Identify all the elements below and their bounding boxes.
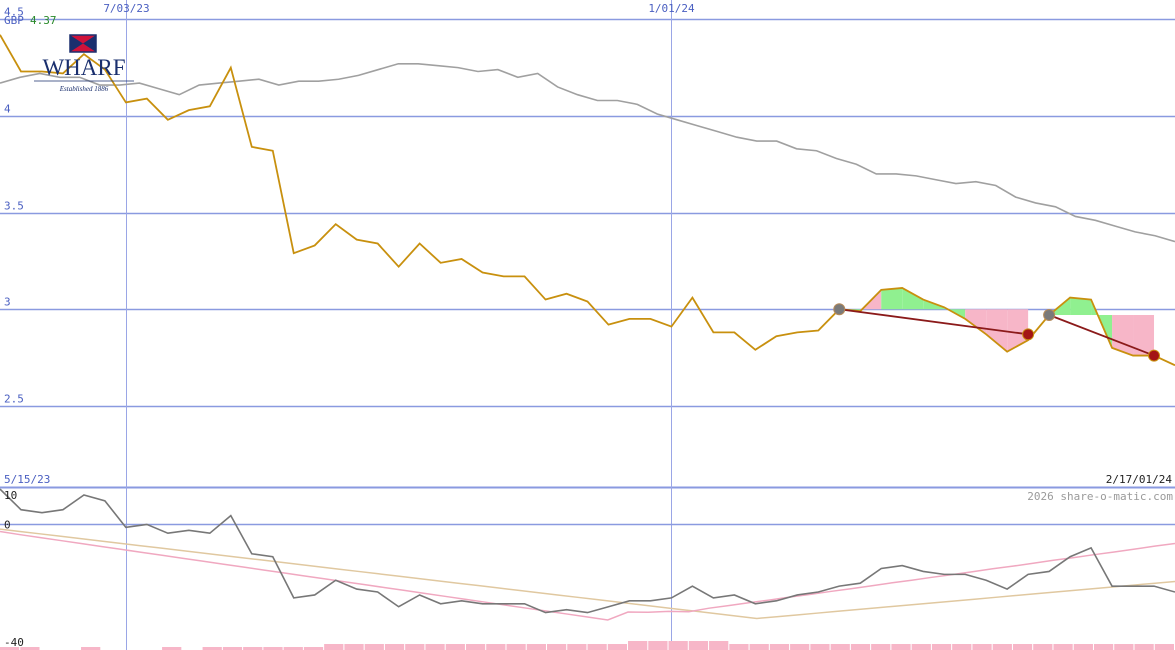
- histogram-bar: [364, 644, 384, 650]
- histogram-bar: [952, 644, 972, 650]
- histogram-bar: [1073, 644, 1093, 650]
- histogram-bar: [810, 644, 830, 650]
- last-price-label: 4.37: [30, 14, 57, 27]
- histogram-bar: [526, 644, 546, 650]
- histogram-bar: [688, 641, 709, 650]
- histogram-bar: [1053, 644, 1073, 650]
- histogram-bar: [729, 644, 749, 650]
- histogram-bar: [567, 644, 587, 650]
- histogram-bar: [668, 641, 688, 650]
- histogram-bar: [506, 644, 526, 650]
- y-tick-label: 4: [4, 103, 11, 116]
- logo-tagline: Established 1886: [59, 85, 109, 93]
- histogram-bar: [1114, 644, 1134, 650]
- histogram-bar: [891, 644, 911, 650]
- y-tick-label: 2.5: [4, 393, 24, 406]
- header-quote: GBP 4.37: [4, 14, 57, 27]
- oscillator-line: [0, 488, 1175, 614]
- histogram-bar: [709, 641, 729, 650]
- signal-start-marker: [1043, 309, 1056, 322]
- histogram-bar: [405, 644, 425, 650]
- histogram-bar: [790, 644, 810, 650]
- histogram-bar: [324, 644, 344, 650]
- histogram-bar: [911, 644, 931, 650]
- signal-end-marker: [1148, 349, 1161, 362]
- histogram-bar: [1033, 644, 1053, 650]
- histogram-bar: [1093, 644, 1114, 650]
- histogram-bar: [628, 641, 648, 650]
- slow-average-line: [0, 528, 1175, 620]
- oscillator-tick-label: 10: [4, 489, 17, 502]
- oscillator-tick-label: 0: [4, 518, 11, 531]
- y-tick-label: 3: [4, 296, 11, 309]
- histogram-bar: [871, 644, 891, 650]
- share-price-chart: 2.533.544.5 7/03/23 1/01/245/15/23 2/17/01/…: [0, 0, 1175, 650]
- gain-area: [881, 287, 903, 310]
- signal-start-marker: [833, 303, 846, 316]
- histogram-bar: [425, 644, 445, 650]
- histogram-bar: [931, 644, 952, 650]
- histogram-bar: [546, 644, 567, 650]
- histogram-bar: [769, 644, 790, 650]
- histogram-bar: [749, 644, 769, 650]
- histogram-bar: [344, 644, 364, 650]
- histogram-bar: [1154, 644, 1174, 650]
- logo-wordmark: WHARF: [42, 55, 125, 80]
- histogram-bar: [607, 644, 628, 650]
- histogram-bar: [992, 644, 1012, 650]
- oscillator-panel: [0, 488, 1175, 650]
- gain-area: [1070, 297, 1092, 316]
- signal-end-marker: [1022, 328, 1035, 341]
- histogram-bar: [465, 644, 486, 650]
- signal-fills: [839, 287, 1155, 356]
- histogram-bar: [587, 644, 607, 650]
- oscillator-tick-label: -40: [4, 636, 24, 649]
- histogram-bar: [1012, 644, 1033, 650]
- x-end-label: 2/17/01/24: [1106, 473, 1173, 486]
- moving-average-line: [0, 62, 1175, 243]
- y-tick-label: 3.5: [4, 200, 24, 213]
- histogram-bar: [972, 644, 992, 650]
- histogram-bar: [445, 644, 465, 650]
- histogram-bar: [486, 644, 506, 650]
- histogram-bar: [850, 644, 871, 650]
- x-start-label: 5/15/23: [4, 473, 50, 486]
- histogram-bar: [648, 641, 668, 650]
- histogram-bar: [1134, 644, 1154, 650]
- currency-label: GBP: [4, 14, 24, 27]
- x-tick-label: 7/03/23: [103, 2, 149, 15]
- x-tick-label: 1/01/24: [648, 2, 695, 15]
- watermark-text: 2026 share-o-matic.com: [1027, 490, 1173, 503]
- histogram-bar: [384, 644, 405, 650]
- histogram-bar: [830, 644, 850, 650]
- fast-average-line: [0, 530, 1175, 621]
